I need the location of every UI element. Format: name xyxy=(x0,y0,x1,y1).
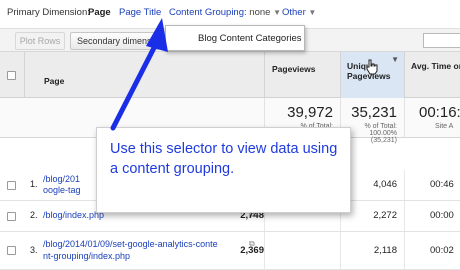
annotation-arrow xyxy=(110,18,168,131)
hand-cursor-icon xyxy=(366,59,378,75)
